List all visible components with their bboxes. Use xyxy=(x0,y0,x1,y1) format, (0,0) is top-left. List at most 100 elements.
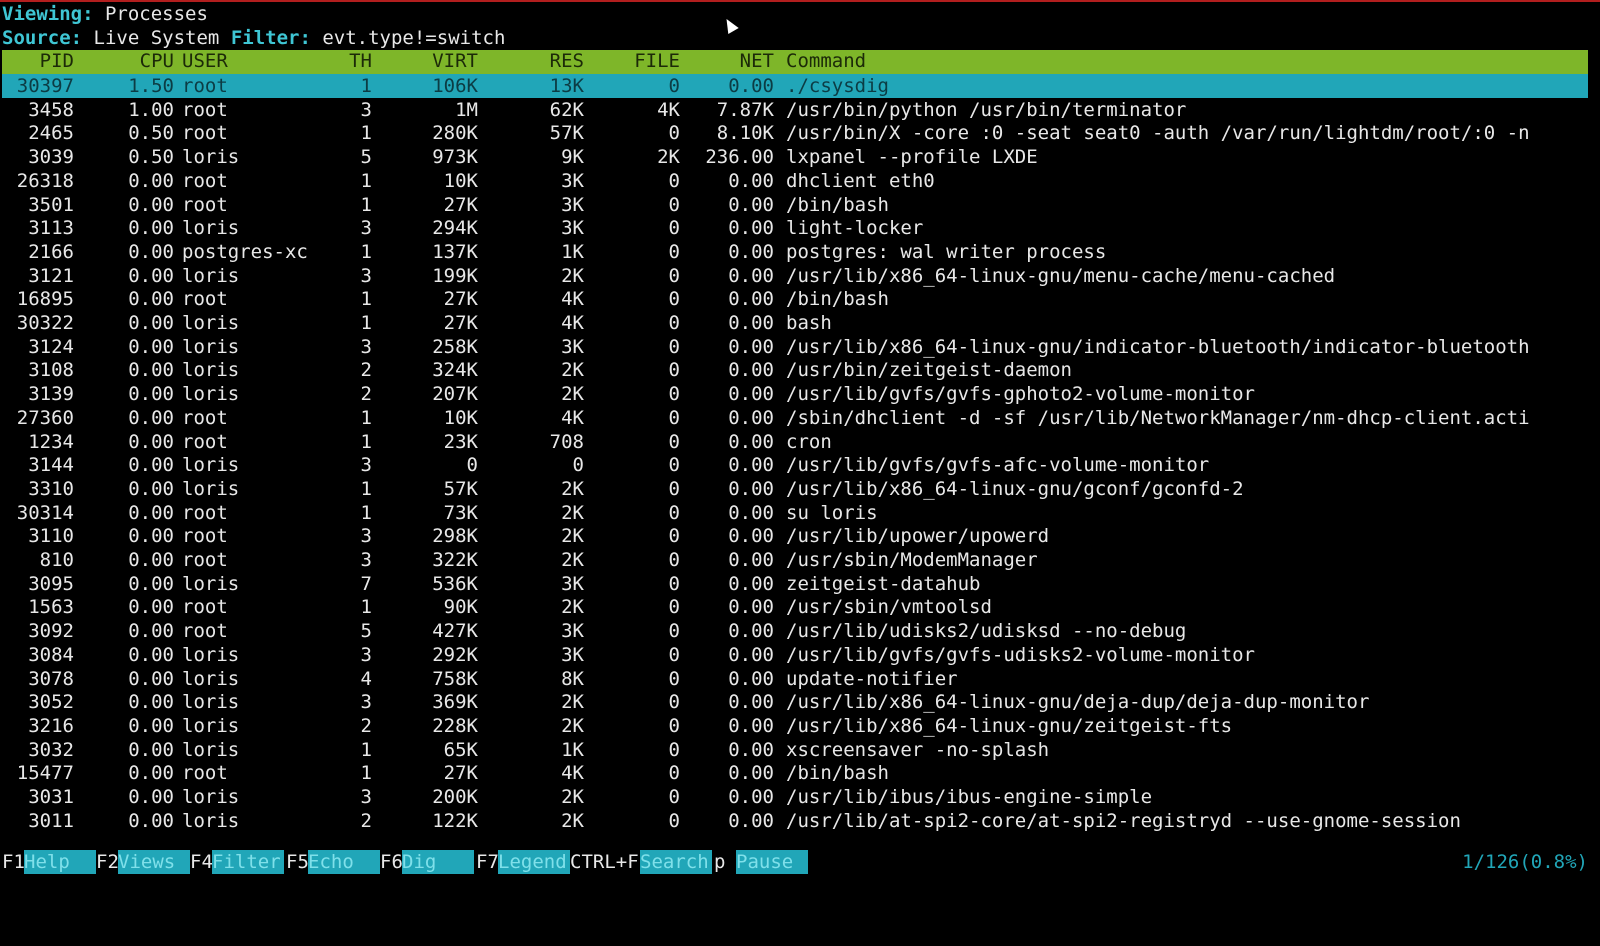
row-res: 3K xyxy=(561,620,584,643)
row-virt: 122K xyxy=(432,809,478,832)
filter-value: evt.type!=switch xyxy=(322,27,506,49)
row-file: 0 xyxy=(668,122,680,145)
table-row[interactable]: 3039 0.50 loris 5 973K 9K 2K 236.00 lxpanel --pr… xyxy=(2,145,1588,169)
row-file: 0 xyxy=(668,264,680,287)
table-row[interactable]: 15477 0.00 root 1 27K 4K 0 0.00/bin/bash xyxy=(2,761,1588,785)
row-user: loris xyxy=(182,477,240,500)
row-cpu: 0.00 xyxy=(128,454,174,477)
row-file: 0 xyxy=(668,383,680,406)
fkey-pause[interactable]: p xyxy=(714,850,725,874)
table-row[interactable]: 3032 0.00 loris 1 65K 1K 0 0.00 xscreensaver -no… xyxy=(2,738,1588,762)
fkey-views[interactable]: F2 xyxy=(96,850,119,874)
fkey-views-button[interactable]: Views xyxy=(118,850,190,874)
table-row[interactable]: 3031 0.00 loris 3 200K 2K 0 0.00/usr/lib/ibus/i… xyxy=(2,785,1588,809)
row-net: 0.00 xyxy=(728,240,774,263)
row-user: loris xyxy=(182,335,240,358)
table-row[interactable]: 26318 0.00 root 1 10K 3K 0 0.00 dhclient eth0 xyxy=(2,169,1588,193)
fkey-echo[interactable]: F5 xyxy=(286,850,309,874)
source-line: Source: Live System Filter: evt.type!=sw… xyxy=(2,26,505,50)
row-user: loris xyxy=(182,714,240,737)
row-user: root xyxy=(182,406,228,429)
col-th[interactable]: TH xyxy=(332,50,372,72)
row-res: 3K xyxy=(561,643,584,666)
col-file[interactable]: FILE xyxy=(592,50,680,72)
table-row[interactable]: 3092 0.00 root 5 427K 3K 0 0.00/usr/lib/udisks2… xyxy=(2,619,1588,643)
row-th: 5 xyxy=(360,620,372,643)
row-net: 0.00 xyxy=(728,383,774,406)
table-row[interactable]: 3124 0.00 loris 3 258K 3K 0 0.00/usr/lib/x86_64… xyxy=(2,335,1588,359)
row-file: 0 xyxy=(668,454,680,477)
row-res: 57K xyxy=(549,122,584,145)
fkey-dig-button[interactable]: Dig xyxy=(402,850,474,874)
table-row[interactable]: 30314 0.00 root 1 73K 2K 0 0.00 su loris xyxy=(2,501,1588,525)
col-virt[interactable]: VIRT xyxy=(382,50,478,72)
table-row[interactable]: 3078 0.00 loris 4 758K 8K 0 0.00 update-notifier xyxy=(2,667,1588,691)
table-row[interactable]: 2465 0.50 root 1 280K 57K 0 8.10K/usr/bin/X -co… xyxy=(2,121,1588,145)
table-row[interactable]: 3144 0.00 loris 3 0 0 0 0.00/usr/lib/gvfs/gvfs-… xyxy=(2,453,1588,477)
col-command[interactable]: Command xyxy=(786,50,1588,72)
row-pid: 30314 xyxy=(16,501,74,524)
row-pid: 3078 xyxy=(28,667,74,690)
row-virt: 292K xyxy=(432,643,478,666)
table-row[interactable]: 3084 0.00 loris 3 292K 3K 0 0.00/usr/lib/gvfs/g… xyxy=(2,643,1588,667)
fkey-help[interactable]: F1 xyxy=(2,850,25,874)
fkey-filter-button[interactable]: Filter xyxy=(212,850,284,874)
col-pid[interactable]: PID xyxy=(2,50,74,72)
table-row[interactable]: 3216 0.00 loris 2 228K 2K 0 0.00/usr/lib/x86_64… xyxy=(2,714,1588,738)
row-th: 3 xyxy=(360,98,372,121)
table-row[interactable]: 1234 0.00 root 1 23K 708 0 0.00 cron xyxy=(2,430,1588,454)
row-cpu: 0.00 xyxy=(128,620,174,643)
row-virt: 27K xyxy=(443,762,478,785)
table-row[interactable]: 810 0.00 root 3 322K 2K 0 0.00/usr/sbin/ModemMa… xyxy=(2,548,1588,572)
row-file: 0 xyxy=(668,549,680,571)
table-row-selected[interactable]: 30397 1.50 root 1 106K 13K 0 0.00 ./csysdig xyxy=(2,74,1588,98)
fkey-help-button[interactable]: Help xyxy=(24,850,96,874)
row-file: 0 xyxy=(668,596,680,619)
fkey-pause-button[interactable]: Pause xyxy=(736,850,808,874)
table-row[interactable]: 3011 0.00 loris 2 122K 2K 0 0.00/usr/lib/at-spi… xyxy=(2,809,1588,833)
row-user: loris xyxy=(182,312,240,334)
table-row[interactable]: 3113 0.00 loris 3 294K 3K 0 0.00 light-locker xyxy=(2,216,1588,240)
col-cpu[interactable]: CPU xyxy=(86,50,174,72)
row-res: 3K xyxy=(561,169,584,192)
table-row[interactable]: 3139 0.00 loris 2 207K 2K 0 0.00/usr/lib/gvfs/g… xyxy=(2,382,1588,406)
table-row[interactable]: 3458 1.00 root 3 1M 62K 4K 7.87K/usr/bin/python… xyxy=(2,98,1588,122)
table-row[interactable]: 2166 0.00 postgres-xc 1 137K 1K 0 0.00 postgres:… xyxy=(2,240,1588,264)
table-row[interactable]: 3110 0.00 root 3 298K 2K 0 0.00/usr/lib/upower/… xyxy=(2,524,1588,548)
viewing-line: Viewing: Processes xyxy=(2,2,208,26)
fkey-search-button[interactable]: Search xyxy=(640,850,712,874)
fkey-dig[interactable]: F6 xyxy=(380,850,403,874)
table-row[interactable]: 30322 0.00 loris 1 27K 4K 0 0.00 bash xyxy=(2,311,1588,335)
fkey-filter[interactable]: F4 xyxy=(190,850,213,874)
row-user: root xyxy=(182,762,228,785)
col-net[interactable]: NET xyxy=(688,50,774,72)
row-user: loris xyxy=(182,454,240,477)
row-th: 3 xyxy=(360,549,372,571)
table-row[interactable]: 3310 0.00 loris 1 57K 2K 0 0.00/usr/lib/x86_64-… xyxy=(2,477,1588,501)
row-net: 0.00 xyxy=(728,786,774,808)
table-row[interactable]: 27360 0.00 root 1 10K 4K 0 0.00/sbin/dhclient -… xyxy=(2,406,1588,430)
row-pid: 3031 xyxy=(28,786,74,808)
table-row[interactable]: 3121 0.00 loris 3 199K 2K 0 0.00/usr/lib/x86_64… xyxy=(2,264,1588,288)
row-net: 7.87K xyxy=(716,98,774,121)
row-file: 0 xyxy=(668,667,680,690)
row-cpu: 0.00 xyxy=(128,335,174,358)
row-file: 0 xyxy=(668,525,680,548)
table-row[interactable]: 3108 0.00 loris 2 324K 2K 0 0.00/usr/bin/zeitge… xyxy=(2,358,1588,382)
table-row[interactable]: 1563 0.00 root 1 90K 2K 0 0.00/usr/sbin/vmtools… xyxy=(2,595,1588,619)
col-user[interactable]: USER xyxy=(182,50,332,72)
table-row[interactable]: 3501 0.00 root 1 27K 3K 0 0.00/bin/bash xyxy=(2,193,1588,217)
table-row[interactable]: 16895 0.00 root 1 27K 4K 0 0.00/bin/bash xyxy=(2,287,1588,311)
table-row[interactable]: 3095 0.00 loris 7 536K 3K 0 0.00 zeitgeist-datah… xyxy=(2,572,1588,596)
row-user: root xyxy=(182,98,228,121)
fkey-legend[interactable]: F7 xyxy=(476,850,499,874)
row-cpu: 1.00 xyxy=(128,98,174,121)
fkey-echo-button[interactable]: Echo xyxy=(308,850,380,874)
row-virt: 137K xyxy=(432,240,478,263)
col-res[interactable]: RES xyxy=(486,50,584,72)
fkey-legend-button[interactable]: Legend xyxy=(498,850,570,874)
row-net: 0.00 xyxy=(728,714,774,737)
row-th: 3 xyxy=(360,786,372,808)
fkey-search[interactable]: CTRL+F xyxy=(570,850,639,874)
table-row[interactable]: 3052 0.00 loris 3 369K 2K 0 0.00/usr/lib/x86_64… xyxy=(2,690,1588,714)
